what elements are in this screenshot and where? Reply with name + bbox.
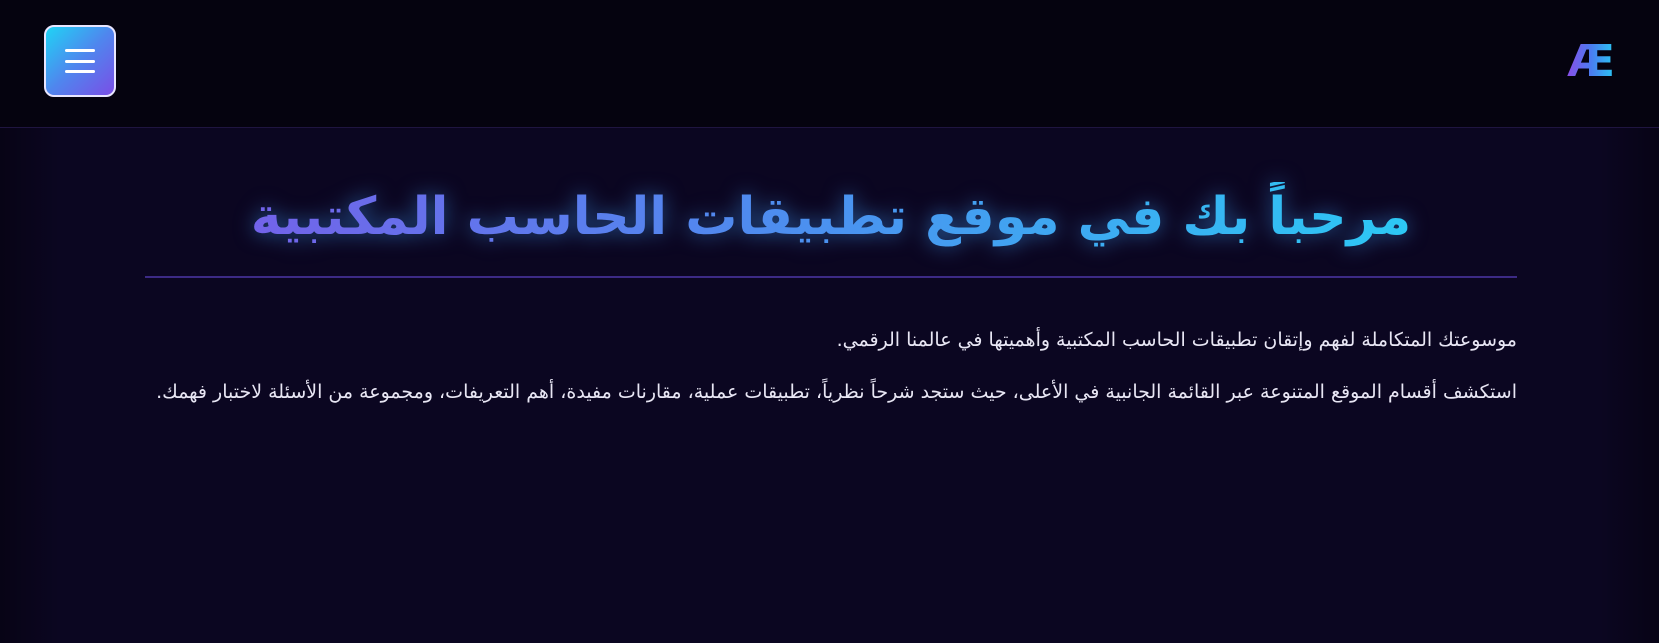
hamburger-menu-icon <box>65 49 95 73</box>
page-title: مرحباً بك في موقع تطبيقات الحاسب المكتبي… <box>145 182 1517 252</box>
menu-button[interactable] <box>44 25 116 97</box>
intro-paragraph: موسوعتك المتكاملة لفهم وإتقان تطبيقات ال… <box>836 329 1517 351</box>
title-divider <box>145 276 1517 278</box>
main-content: مرحباً بك في موقع تطبيقات الحاسب المكتبي… <box>145 128 1517 408</box>
page: Æ مرحباً بك في موقع تطبيقات الحاسب المكت… <box>0 0 1659 643</box>
top-bar: Æ <box>0 0 1659 128</box>
site-logo[interactable]: Æ <box>1567 38 1615 86</box>
explore-paragraph: استكشف أقسام الموقع المتنوعة عبر القائمة… <box>156 381 1517 403</box>
